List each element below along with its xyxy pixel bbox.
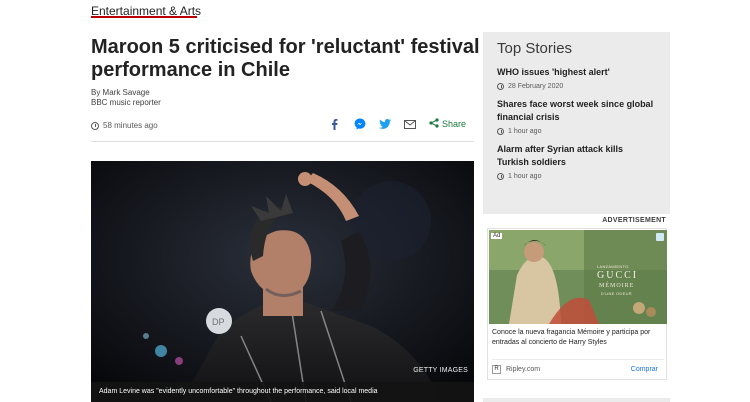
svg-text:DP: DP (212, 317, 225, 327)
meta-divider (91, 141, 474, 142)
clock-icon (497, 83, 504, 90)
clock-icon (497, 128, 504, 135)
ad-product-sub: D'UNE ODEUR (601, 291, 632, 296)
top-story-title[interactable]: Alarm after Syrian attack kills Turkish … (497, 143, 656, 169)
article-timestamp: 58 minutes ago (91, 121, 158, 130)
byline: By Mark Savage BBC music reporter (91, 88, 161, 108)
ad-footer: R Ripley.com Comprar (492, 359, 664, 375)
facebook-icon[interactable] (329, 118, 341, 130)
share-button[interactable]: Share (429, 118, 466, 130)
ad-photo (489, 230, 667, 324)
image-credit: GETTY IMAGES (413, 367, 468, 374)
advertisement-label: ADVERTISEMENT (602, 217, 666, 224)
share-icon (429, 118, 439, 130)
top-story-title[interactable]: WHO issues 'highest alert' (497, 66, 656, 79)
article-headline: Maroon 5 criticised for 'reluctant' fest… (91, 36, 480, 81)
advertiser-domain[interactable]: Ripley.com (506, 366, 540, 373)
article-meta-row: 58 minutes ago Share (91, 118, 474, 136)
share-tools: Share (329, 118, 466, 130)
byline-author[interactable]: By Mark Savage (91, 88, 161, 98)
top-story-time-text: 1 hour ago (508, 173, 542, 180)
top-story-item[interactable]: WHO issues 'highest alert' 28 February 2… (497, 66, 656, 90)
clock-icon (91, 121, 99, 130)
top-story-time: 1 hour ago (497, 128, 656, 135)
top-stories-panel: Top Stories WHO issues 'highest alert' 2… (483, 32, 670, 214)
email-icon[interactable] (403, 118, 416, 130)
messenger-icon[interactable] (354, 118, 366, 130)
byline-role: BBC music reporter (91, 98, 161, 107)
ad-badge: Ad (491, 233, 503, 239)
section-underline (91, 16, 197, 18)
advertisement-box[interactable]: Ad LANZAMIENTO GUCCI MÉMOIRE D'UNE ODEUR… (487, 228, 667, 380)
top-story-item[interactable]: Shares face worst week since global fina… (497, 98, 656, 135)
ad-product: MÉMOIRE (599, 283, 635, 289)
sidebar-next-panel (483, 398, 670, 402)
top-stories-title: Top Stories (497, 40, 573, 57)
ad-image[interactable]: Ad LANZAMIENTO GUCCI MÉMOIRE D'UNE ODEUR (489, 230, 667, 324)
adchoices-icon[interactable] (656, 233, 664, 241)
image-caption: Adam Levine was "evidently uncomfortable… (91, 382, 474, 402)
hero-image: DP GETTY IMAGES Adam Levine was "evident… (91, 161, 474, 402)
advertiser-logo: R (492, 365, 501, 374)
top-story-time: 1 hour ago (497, 173, 656, 180)
top-story-title[interactable]: Shares face worst week since global fina… (497, 98, 656, 124)
share-label: Share (441, 119, 466, 129)
timestamp-text: 58 minutes ago (103, 121, 158, 130)
twitter-icon[interactable] (378, 118, 391, 130)
ad-brand-small: LANZAMIENTO (597, 264, 629, 269)
performer-photo: DP (91, 161, 474, 402)
top-story-time: 28 February 2020 (497, 83, 656, 90)
ad-cta-button[interactable]: Comprar (631, 366, 658, 373)
ad-brand: GUCCI (597, 270, 639, 281)
clock-icon (497, 173, 504, 180)
top-story-item[interactable]: Alarm after Syrian attack kills Turkish … (497, 143, 656, 180)
top-story-time-text: 28 February 2020 (508, 83, 564, 90)
top-story-time-text: 1 hour ago (508, 128, 542, 135)
ad-text[interactable]: Conoce la nueva fragancia Mémoire y part… (492, 328, 664, 348)
